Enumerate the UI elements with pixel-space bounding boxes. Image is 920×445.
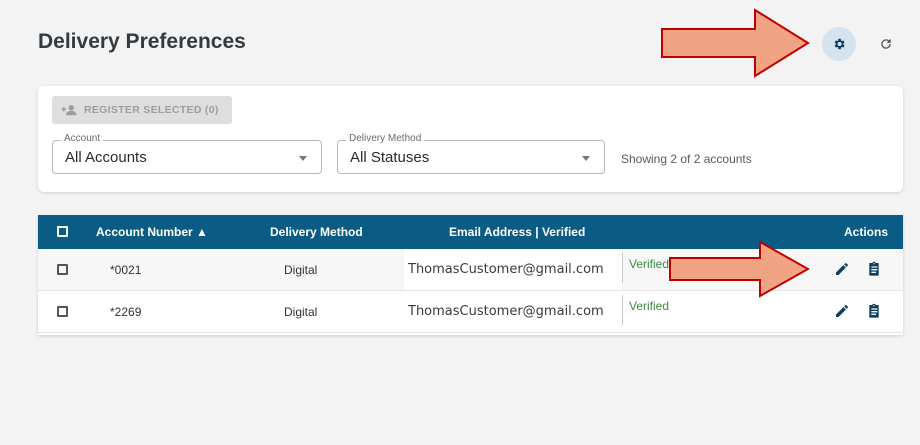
- delivery-method-select[interactable]: Delivery Method All Statuses: [337, 133, 605, 174]
- delivery-method-value: All Statuses: [350, 149, 430, 166]
- verified-status: Verified: [622, 253, 669, 283]
- column-account-number[interactable]: Account Number ▲: [96, 225, 208, 239]
- verified-status: Verified: [622, 295, 669, 325]
- email-address: ThomasCustomer@gmail.com: [404, 291, 622, 332]
- account-value: All Accounts: [65, 149, 147, 166]
- clipboard-button[interactable]: [866, 261, 882, 277]
- edit-button[interactable]: [834, 261, 850, 277]
- gear-icon: [834, 38, 845, 50]
- chevron-down-icon: [299, 156, 307, 161]
- showing-count: Showing 2 of 2 accounts: [621, 152, 752, 166]
- page-title: Delivery Preferences: [38, 30, 246, 53]
- refresh-icon: [881, 38, 891, 49]
- add-user-icon: [61, 105, 77, 116]
- row-checkbox[interactable]: [57, 264, 68, 275]
- register-selected-label: REGISTER SELECTED (0): [84, 104, 219, 116]
- page: Delivery Preferences REGISTER SELECTED (…: [0, 0, 920, 445]
- email-address: ThomasCustomer@gmail.com: [404, 249, 622, 290]
- column-actions: Actions: [844, 225, 889, 239]
- edit-button[interactable]: [834, 303, 850, 319]
- clipboard-icon: [869, 303, 879, 318]
- account-label: Account: [61, 133, 104, 144]
- select-all-checkbox[interactable]: [57, 226, 68, 237]
- register-selected-button[interactable]: REGISTER SELECTED (0): [52, 96, 232, 124]
- chevron-down-icon: [582, 156, 590, 161]
- row-checkbox[interactable]: [57, 306, 68, 317]
- account-number: *2269: [110, 305, 142, 319]
- column-delivery-method: Delivery Method: [270, 225, 363, 239]
- delivery-method: Digital: [284, 263, 318, 277]
- settings-button[interactable]: [822, 27, 856, 61]
- annotation-arrow-actions: [669, 240, 810, 298]
- clipboard-icon: [869, 261, 879, 276]
- delivery-method-label: Delivery Method: [346, 133, 425, 144]
- account-select[interactable]: Account All Accounts: [52, 133, 322, 174]
- annotation-arrow-settings: [661, 8, 810, 78]
- column-email: Email Address | Verified: [449, 225, 586, 239]
- delivery-method: Digital: [284, 305, 318, 319]
- filter-card: REGISTER SELECTED (0) Account All Accoun…: [38, 86, 903, 192]
- clipboard-button[interactable]: [866, 303, 882, 319]
- refresh-button[interactable]: [872, 30, 900, 58]
- pencil-icon: [836, 263, 848, 275]
- account-number: *0021: [110, 263, 142, 277]
- pencil-icon: [836, 305, 848, 317]
